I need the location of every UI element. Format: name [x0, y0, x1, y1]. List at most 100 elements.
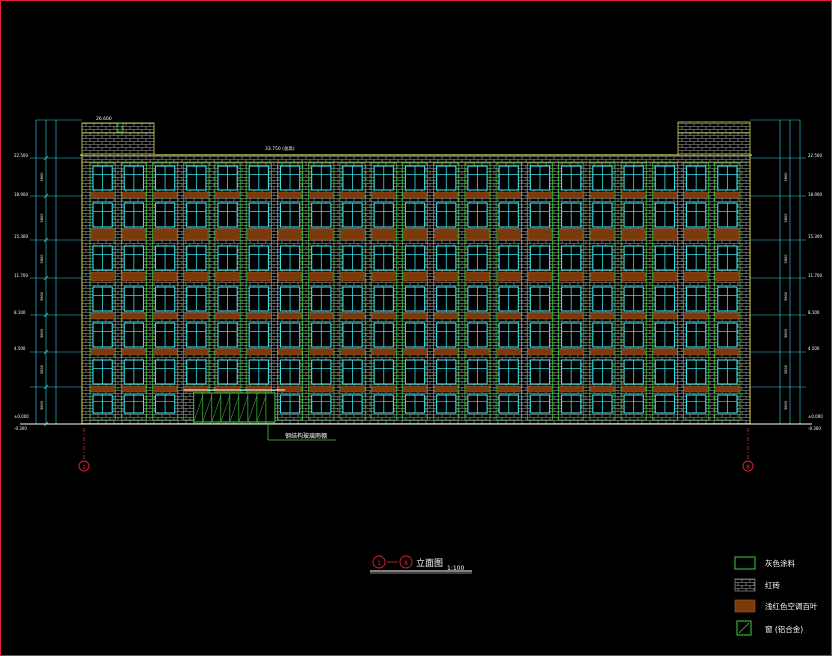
- ac-louver: [215, 348, 240, 356]
- ac-louver: [246, 191, 271, 199]
- svg-text:15.300: 15.300: [808, 234, 822, 239]
- ac-louver: [559, 271, 584, 282]
- ac-louver: [184, 312, 209, 320]
- ac-louver: [559, 312, 584, 320]
- ac-louver: [278, 385, 302, 393]
- ac-louver: [684, 385, 708, 393]
- ac-louver: [184, 191, 209, 199]
- ac-louver: [153, 348, 177, 356]
- ac-louver: [528, 271, 552, 282]
- svg-text:3600: 3600: [40, 400, 44, 410]
- ac-louver: [122, 348, 146, 356]
- ac-louver: [590, 348, 615, 356]
- ac-louver: [559, 191, 584, 199]
- ac-louver: [496, 312, 521, 320]
- ac-louver: [496, 348, 521, 356]
- ac-louver: [278, 191, 302, 199]
- ac-louver: [309, 348, 334, 356]
- ac-louver: [246, 228, 271, 241]
- ac-louver: [715, 228, 740, 241]
- ac-louver: [340, 271, 365, 282]
- ac-louver: [621, 312, 646, 320]
- svg-text:22.500: 22.500: [14, 153, 28, 158]
- ac-louver: [590, 385, 615, 393]
- svg-text:3600: 3600: [40, 364, 44, 374]
- ac-louver: [215, 191, 240, 199]
- ac-louver: [122, 271, 146, 282]
- svg-text:3600: 3600: [40, 291, 44, 301]
- ac-louver: [684, 228, 708, 241]
- ac-louver: [465, 348, 490, 356]
- ac-louver: [434, 228, 459, 241]
- ac-louver: [559, 385, 584, 393]
- ac-louver: [528, 385, 552, 393]
- ac-louver: [184, 271, 209, 282]
- ac-louver: [90, 191, 115, 199]
- ac-louver: [403, 348, 427, 356]
- ac-louver: [153, 385, 177, 393]
- svg-text:3600: 3600: [784, 213, 788, 223]
- ac-louver: [684, 348, 708, 356]
- ac-louver: [309, 191, 334, 199]
- ac-louver: [153, 271, 177, 282]
- ac-louver: [653, 228, 677, 241]
- legend-label-2: 浅红色空调百叶: [765, 601, 818, 611]
- svg-text:-0.300: -0.300: [808, 426, 821, 431]
- ac-louver: [309, 385, 334, 393]
- ac-louver: [590, 312, 615, 320]
- ac-louver: [653, 348, 677, 356]
- svg-text:3600: 3600: [784, 254, 788, 264]
- ac-louver: [215, 228, 240, 241]
- ac-louver: [434, 191, 459, 199]
- legend-swatch-louver: [734, 599, 756, 613]
- left-penthouse: [81, 122, 155, 156]
- ac-louver: [465, 228, 490, 241]
- ac-louver: [153, 191, 177, 199]
- legend-swatch-paint: [734, 556, 756, 570]
- ac-louver: [590, 271, 615, 282]
- svg-text:3600: 3600: [784, 364, 788, 374]
- ac-louver: [184, 385, 209, 393]
- ac-louver: [309, 271, 334, 282]
- ac-louver: [309, 312, 334, 320]
- ac-louver: [715, 312, 740, 320]
- ac-louver: [496, 228, 521, 241]
- axis-end-label: 8: [746, 464, 750, 471]
- legend-swatch-brick: [734, 578, 756, 592]
- ac-louver: [496, 271, 521, 282]
- svg-text:4.500: 4.500: [14, 346, 26, 351]
- svg-text:8.100: 8.100: [14, 310, 26, 315]
- ac-louver: [90, 271, 115, 282]
- ac-louver: [434, 385, 459, 393]
- ac-louver: [371, 271, 396, 282]
- svg-text:18.900: 18.900: [808, 192, 822, 197]
- ac-louver: [371, 312, 396, 320]
- ac-louver: [465, 312, 490, 320]
- ac-louver: [590, 228, 615, 241]
- ac-louver: [184, 348, 209, 356]
- svg-text:3600: 3600: [784, 400, 788, 410]
- ac-louver: [434, 312, 459, 320]
- axis-start-label: 1: [82, 464, 86, 471]
- ac-louver: [90, 348, 115, 356]
- ac-louver: [403, 312, 427, 320]
- ac-louver: [559, 348, 584, 356]
- entrance-door: [193, 392, 276, 423]
- ac-louver: [653, 385, 677, 393]
- ac-louver: [340, 191, 365, 199]
- ac-louver: [684, 312, 708, 320]
- legend-label-0: 灰色涂料: [765, 558, 795, 568]
- ac-louver: [465, 271, 490, 282]
- ac-louver: [215, 271, 240, 282]
- svg-text:4.500: 4.500: [808, 346, 820, 351]
- ac-louver: [528, 191, 552, 199]
- ac-louver: [340, 228, 365, 241]
- ac-louver: [528, 348, 552, 356]
- ac-louver: [465, 191, 490, 199]
- elevation-drawing: 26.600 33.750 (总高) ±0.000 ±0.000 4.500 4.50…: [14, 116, 823, 636]
- ac-louver: [403, 191, 427, 199]
- ac-louver: [403, 385, 427, 393]
- ac-louver: [684, 191, 708, 199]
- ac-louver: [371, 191, 396, 199]
- ac-louver: [715, 348, 740, 356]
